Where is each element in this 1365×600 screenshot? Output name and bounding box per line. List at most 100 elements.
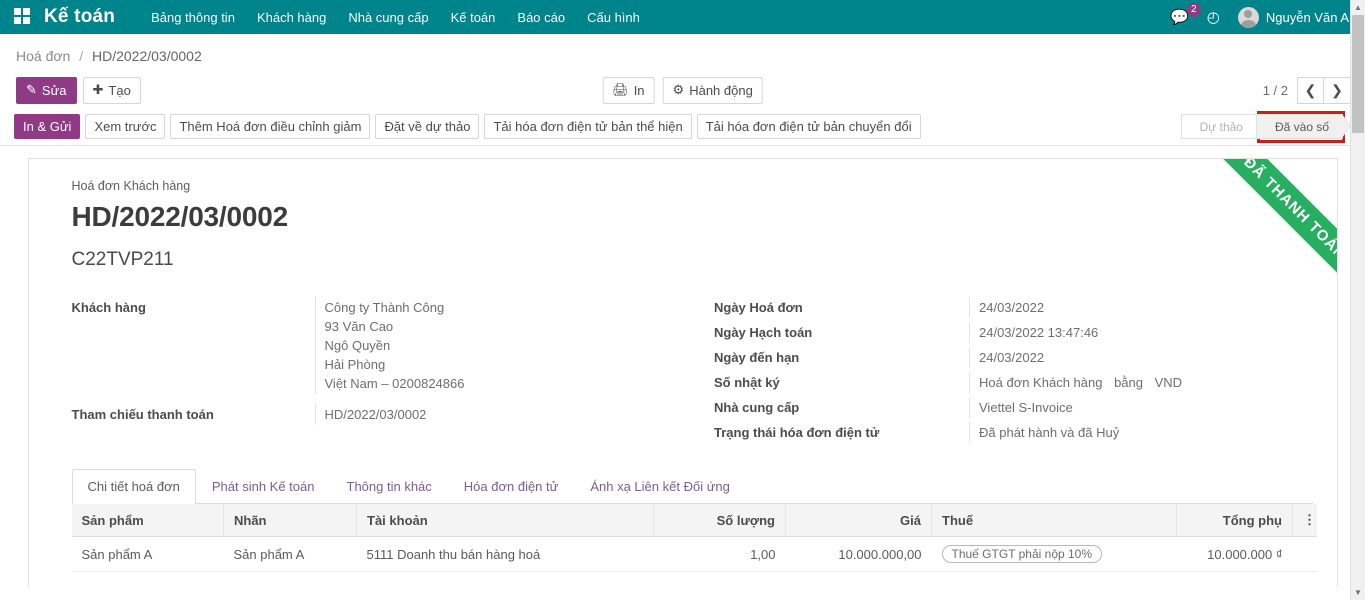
- pager-count-label: 1 / 2: [1263, 83, 1288, 98]
- breadcrumb-root[interactable]: Hoá đơn: [16, 48, 70, 64]
- field-einvoice-status-label: Trạng thái hóa đơn điện tử: [714, 422, 969, 443]
- apps-grid-square: [23, 8, 30, 15]
- customer-name: Công ty Thành Công: [325, 298, 693, 317]
- control-panel-center-buttons: 🖨 In ⚙ Hành động: [602, 77, 763, 104]
- menu-item-accounting[interactable]: Kế toán: [451, 10, 496, 25]
- menu-item-vendors[interactable]: Nhà cung cấp: [348, 10, 428, 25]
- column-header-price[interactable]: Giá: [786, 504, 932, 537]
- field-invoice-date-value: 24/03/2022: [969, 297, 1313, 318]
- field-provider: Nhà cung cấp Viettel S-Invoice: [714, 397, 1313, 418]
- cell-optional-spacer: [1293, 537, 1317, 572]
- scroll-up-arrow-icon[interactable]: ▲: [1351, 0, 1365, 15]
- preview-button[interactable]: Xem trước: [85, 114, 165, 139]
- cell-product: Sản phẩm A: [72, 537, 224, 572]
- column-header-product[interactable]: Sản phẩm: [72, 504, 224, 537]
- field-journal: Số nhật ký Hoá đơn Khách hàng bằng VND: [714, 372, 1313, 393]
- apps-grid-square: [14, 8, 21, 15]
- action-button-label: Hành động: [689, 83, 753, 98]
- tab-einvoice[interactable]: Hóa đơn điện tử: [448, 469, 575, 504]
- column-header-label[interactable]: Nhãn: [224, 504, 357, 537]
- field-due-date-label: Ngày đến hạn: [714, 347, 969, 368]
- chevron-left-icon[interactable]: ❮: [1297, 77, 1324, 104]
- apps-grid-icon[interactable]: [14, 8, 32, 26]
- chat-bubble-icon: 💬: [1170, 10, 1189, 25]
- user-name-label: Nguyễn Văn A: [1266, 10, 1349, 25]
- plus-icon: ✚: [93, 82, 104, 98]
- customer-country-taxid: Việt Nam – 0200824866: [325, 374, 693, 393]
- table-row[interactable]: Sản phẩm A Sản phẩm A 5111 Doanh thu bán…: [72, 537, 1317, 572]
- column-header-quantity[interactable]: Số lượng: [654, 504, 786, 537]
- apps-grid-square: [23, 17, 30, 24]
- edit-button[interactable]: ✎ Sửa: [16, 77, 77, 104]
- menu-item-dashboard[interactable]: Bảng thông tin: [151, 10, 235, 25]
- menu-item-reporting[interactable]: Báo cáo: [517, 10, 565, 25]
- scroll-down-arrow-icon[interactable]: ▼: [1351, 585, 1365, 600]
- column-header-subtotal[interactable]: Tổng phụ: [1177, 504, 1293, 537]
- document-type-label: Hoá đơn Khách hàng: [72, 179, 1313, 193]
- cell-price: 10.000.000,00: [786, 537, 932, 572]
- messages-button[interactable]: 💬 2: [1170, 10, 1189, 25]
- status-posted[interactable]: Đã vào số: [1256, 114, 1343, 139]
- clock-icon[interactable]: ◴: [1207, 10, 1220, 25]
- user-avatar-icon: [1238, 7, 1259, 28]
- column-header-account[interactable]: Tài khoản: [357, 504, 654, 537]
- invoice-header-fields: Khách hàng Công ty Thành Công 93 Văn Cao…: [53, 297, 1313, 447]
- main-menu: Bảng thông tin Khách hàng Nhà cung cấp K…: [151, 10, 640, 25]
- journal-name: Hoá đơn Khách hàng: [979, 375, 1102, 390]
- tab-other-info[interactable]: Thông tin khác: [331, 469, 448, 504]
- invoice-header-left-column: Khách hàng Công ty Thành Công 93 Văn Cao…: [72, 297, 693, 447]
- add-credit-note-button[interactable]: Thêm Hoá đơn điều chỉnh giảm: [170, 114, 370, 139]
- menu-item-configuration[interactable]: Cấu hình: [587, 10, 640, 25]
- tab-reconciliation-mapping[interactable]: Ánh xạ Liên kết Đối ứng: [574, 469, 746, 504]
- invoice-lines-table: Sản phẩm Nhãn Tài khoản Số lượng Giá Thu…: [72, 504, 1317, 572]
- vertical-scrollbar[interactable]: ▲ ▼: [1350, 0, 1365, 600]
- cell-taxes: Thuế GTGT phải nộp 10%: [932, 537, 1177, 572]
- field-provider-label: Nhà cung cấp: [714, 397, 969, 418]
- field-journal-value: Hoá đơn Khách hàng bằng VND: [969, 372, 1313, 393]
- reset-to-draft-button[interactable]: Đặt về dự thảo: [375, 114, 479, 139]
- field-journal-label: Số nhật ký: [714, 372, 969, 393]
- breadcrumb: Hoá đơn / HD/2022/03/0002: [0, 34, 1365, 72]
- menu-item-customers[interactable]: Khách hàng: [257, 10, 326, 25]
- document-reference: C22TVP211: [72, 249, 1313, 271]
- print-button[interactable]: 🖨 In: [602, 77, 654, 104]
- invoice-header-right-column: Ngày Hoá đơn 24/03/2022 Ngày Hạch toán 2…: [692, 297, 1313, 447]
- chevron-right-icon[interactable]: ❯: [1324, 77, 1351, 104]
- field-einvoice-status-value: Đã phát hành và đã Huỷ: [969, 422, 1313, 443]
- action-button[interactable]: ⚙ Hành động: [663, 77, 763, 104]
- field-invoice-date: Ngày Hoá đơn 24/03/2022: [714, 297, 1313, 318]
- download-einvoice-display-button[interactable]: Tải hóa đơn điện tử bản thể hiện: [484, 114, 691, 139]
- apps-grid-square: [14, 17, 21, 24]
- gear-icon: ⚙: [673, 82, 685, 98]
- breadcrumb-current: HD/2022/03/0002: [92, 48, 202, 64]
- column-header-taxes[interactable]: Thuế: [932, 504, 1177, 537]
- cell-quantity: 1,00: [654, 537, 786, 572]
- journal-currency-connector: bằng: [1114, 375, 1143, 390]
- tab-journal-items[interactable]: Phát sinh Kế toán: [196, 469, 331, 504]
- breadcrumb-separator: /: [79, 48, 83, 64]
- top-navbar: Kế toán Bảng thông tin Khách hàng Nhà cu…: [0, 0, 1365, 34]
- navbar-right-tools: 💬 2 ◴ Nguyễn Văn A: [1170, 7, 1355, 28]
- notebook-tabs: Chi tiết hoá đơn Phát sinh Kế toán Thông…: [72, 469, 1313, 504]
- field-customer-value[interactable]: Công ty Thành Công 93 Văn Cao Ngô Quyền …: [315, 297, 693, 394]
- print-and-send-button[interactable]: In & Gửi: [14, 114, 80, 139]
- user-menu[interactable]: Nguyễn Văn A: [1238, 7, 1349, 28]
- vertical-dots-icon[interactable]: ⋮: [1293, 504, 1317, 537]
- field-accounting-date-value: 24/03/2022 13:47:46: [969, 322, 1313, 343]
- field-accounting-date-label: Ngày Hạch toán: [714, 322, 969, 343]
- journal-currency: VND: [1155, 375, 1182, 390]
- cell-label: Sản phẩm A: [224, 537, 357, 572]
- record-status-bar: Dự thảo Đã vào số: [1181, 114, 1365, 139]
- download-einvoice-converted-button[interactable]: Tải hóa đơn điện tử bản chuyển đổi: [697, 114, 921, 139]
- create-button[interactable]: ✚ Tạo: [83, 77, 141, 104]
- customer-district: Ngô Quyền: [325, 336, 693, 355]
- scrollbar-thumb[interactable]: [1352, 15, 1364, 133]
- tab-invoice-lines[interactable]: Chi tiết hoá đơn: [72, 469, 196, 504]
- field-due-date-value: 24/03/2022: [969, 347, 1313, 368]
- status-draft[interactable]: Dự thảo: [1181, 114, 1257, 139]
- field-payment-reference-label: Tham chiếu thanh toán: [72, 404, 315, 425]
- edit-button-label: Sửa: [42, 83, 67, 98]
- create-button-label: Tạo: [108, 83, 130, 98]
- statusbar-row: In & Gửi Xem trước Thêm Hoá đơn điều chỉ…: [0, 108, 1365, 146]
- app-brand-title[interactable]: Kế toán: [44, 6, 115, 28]
